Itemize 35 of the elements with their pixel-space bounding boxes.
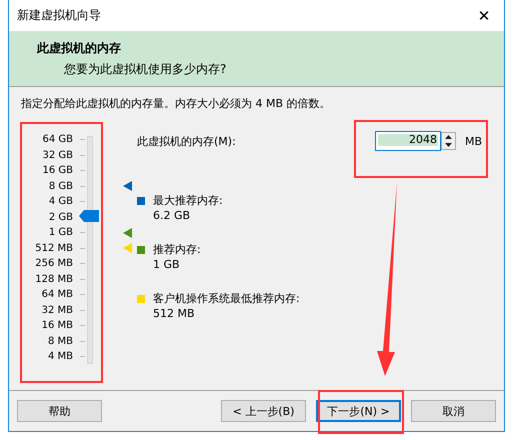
dialog-button[interactable]: 下一步(N) > xyxy=(316,400,401,422)
dialog-button[interactable]: 取消 xyxy=(411,400,496,422)
instruction-text: 指定分配给此虚拟机的内存量。内存大小必须为 4 MB 的倍数。 xyxy=(21,96,332,111)
tick-label: 4 GB xyxy=(48,196,73,208)
memory-label: 此虚拟机的内存(M): xyxy=(137,134,236,148)
legend-label: 客户机操作系统最低推荐内存: xyxy=(153,291,300,306)
tick-label: 8 GB xyxy=(48,180,73,192)
tick-label: 256 MB xyxy=(34,258,73,270)
tick-label: 64 MB xyxy=(40,289,73,300)
legend-value: 512 MB xyxy=(153,306,196,321)
legend-label: 最大推荐内存: xyxy=(153,193,223,208)
tick-label: 512 MB xyxy=(34,242,73,254)
tick-label: 2 GB xyxy=(48,212,73,223)
dialog-button[interactable]: < 上一步(B) xyxy=(221,400,306,422)
tick-label: 32 MB xyxy=(40,304,73,316)
slider-track[interactable] xyxy=(87,136,93,364)
tick-label: 64 GB xyxy=(41,134,73,146)
tick-label: 4 MB xyxy=(46,351,73,362)
tick-label: 32 GB xyxy=(41,150,73,161)
tick-label: 16 GB xyxy=(41,165,73,176)
dialog-button[interactable]: 帮助 xyxy=(17,400,102,422)
window-title: 新建虚拟机向导 xyxy=(17,7,101,24)
legend-label: 推荐内存: xyxy=(153,242,201,257)
tick-label: 128 MB xyxy=(34,274,73,285)
slider-thumb[interactable] xyxy=(79,210,99,222)
page-title: 此虚拟机的内存 xyxy=(37,40,122,57)
tick-label: 1 GB xyxy=(48,227,73,238)
legend-value: 6.2 GB xyxy=(153,208,192,223)
close-button[interactable]: ✕ xyxy=(464,0,504,31)
legend-value: 1 GB xyxy=(153,257,181,272)
tick-label: 8 MB xyxy=(46,336,73,347)
tick-label: 16 MB xyxy=(40,320,73,332)
unit-label: MB xyxy=(464,134,482,148)
memory-input[interactable]: 2048 xyxy=(374,131,441,151)
page-subtitle: 您要为此虚拟机使用多少内存? xyxy=(64,61,228,78)
